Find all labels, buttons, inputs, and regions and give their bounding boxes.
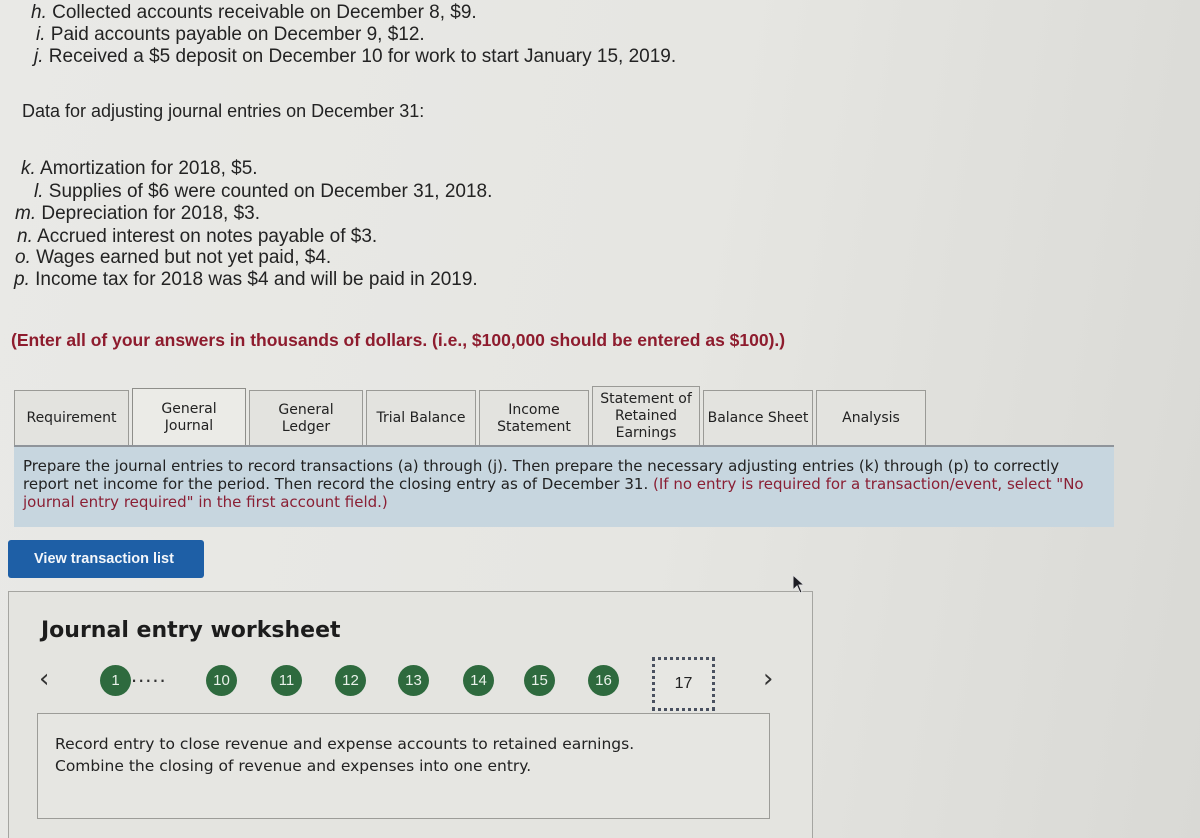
item-label: l. <box>34 181 44 202</box>
adjustment-n: n. Accrued interest on notes payable of … <box>17 226 377 248</box>
tab-label: Requirement <box>26 410 117 426</box>
item-text: Supplies of $6 were counted on December … <box>48 181 493 202</box>
page-button-1[interactable]: 1 <box>100 665 131 696</box>
item-text: Accrued interest on notes payable of $3. <box>37 226 378 247</box>
page-number: 1 <box>111 672 120 689</box>
mouse-pointer-icon <box>792 574 806 594</box>
page-number: 11 <box>278 672 295 689</box>
item-label: h. <box>31 2 47 23</box>
tab-label: Statement of Retained Earnings <box>600 391 692 441</box>
prompt-line-1: Record entry to close revenue and expens… <box>55 735 635 753</box>
prompt-line-2: Combine the closing of revenue and expen… <box>55 757 532 775</box>
view-transaction-list-button[interactable]: View transaction list <box>8 540 204 578</box>
tab-balance-sheet[interactable]: Balance Sheet <box>703 390 813 446</box>
entry-prompt: Record entry to close revenue and expens… <box>37 713 770 819</box>
item-label: i. <box>36 24 46 45</box>
tab-requirement[interactable]: Requirement <box>14 390 129 446</box>
tab-general-journal[interactable]: General Journal <box>132 388 246 446</box>
adjustment-o: o. Wages earned but not yet paid, $4. <box>15 247 331 269</box>
adjustment-k: k. Amortization for 2018, $5. <box>21 158 258 180</box>
adjusting-heading: Data for adjusting journal entries on De… <box>22 101 425 121</box>
tab-statement-of-retained-earnings[interactable]: Statement of Retained Earnings <box>592 386 700 446</box>
entry-pager: ‹ 1 ..... 10 11 12 13 14 15 16 17 › <box>9 657 814 711</box>
page-button-10[interactable]: 10 <box>206 665 237 696</box>
page-button-13[interactable]: 13 <box>398 665 429 696</box>
thousands-note: (Enter all of your answers in thousands … <box>11 330 786 350</box>
transaction-i: i. Paid accounts payable on December 9, … <box>36 24 425 46</box>
item-text: Amortization for 2018, $5. <box>40 158 258 179</box>
chevron-right-icon[interactable]: › <box>763 664 773 694</box>
chevron-left-icon[interactable]: ‹ <box>39 664 49 694</box>
item-text: Collected accounts receivable on Decembe… <box>52 2 477 23</box>
transaction-j: j. Received a $5 deposit on December 10 … <box>34 46 676 68</box>
item-label: n. <box>17 226 33 247</box>
tab-analysis[interactable]: Analysis <box>816 390 926 446</box>
adjustment-p: p. Income tax for 2018 was $4 and will b… <box>14 269 478 291</box>
page-number: 10 <box>213 672 230 689</box>
item-text: Depreciation for 2018, $3. <box>41 203 261 224</box>
tab-label: Analysis <box>842 410 900 426</box>
page-button-14[interactable]: 14 <box>463 665 494 696</box>
item-label: m. <box>15 203 37 224</box>
page-button-16[interactable]: 16 <box>588 665 619 696</box>
adjustment-m: m. Depreciation for 2018, $3. <box>15 203 260 225</box>
tab-general-ledger[interactable]: General Ledger <box>249 390 363 446</box>
tab-income-statement[interactable]: Income Statement <box>479 390 589 446</box>
instructions-panel: Prepare the journal entries to record tr… <box>14 447 1114 527</box>
item-label: k. <box>21 158 36 179</box>
page-number: 16 <box>595 672 612 689</box>
tab-label: Trial Balance <box>376 410 466 426</box>
item-label: j. <box>34 46 44 67</box>
tab-label: General Ledger <box>278 401 334 435</box>
adjustment-l: l. Supplies of $6 were counted on Decemb… <box>34 181 492 203</box>
page-number: 14 <box>470 672 487 689</box>
tab-bar: Requirement General Journal General Ledg… <box>14 384 929 446</box>
page-button-15[interactable]: 15 <box>524 665 555 696</box>
page-button-12[interactable]: 12 <box>335 665 366 696</box>
page-ellipsis: ..... <box>131 662 167 687</box>
item-label: o. <box>15 247 31 268</box>
journal-entry-worksheet: Journal entry worksheet ‹ 1 ..... 10 11 … <box>8 591 813 838</box>
tab-trial-balance[interactable]: Trial Balance <box>366 390 476 446</box>
page-number: 13 <box>405 672 422 689</box>
item-text: Received a $5 deposit on December 10 for… <box>48 46 677 67</box>
page-button-11[interactable]: 11 <box>271 665 302 696</box>
item-text: Income tax for 2018 was $4 and will be p… <box>35 269 478 290</box>
page-number: 15 <box>531 672 548 689</box>
current-page-17[interactable]: 17 <box>652 657 715 711</box>
page-number: 12 <box>342 672 359 689</box>
item-label: p. <box>14 269 30 290</box>
worksheet-title: Journal entry worksheet <box>41 618 341 643</box>
tab-label: Income Statement <box>497 401 571 435</box>
item-text: Wages earned but not yet paid, $4. <box>36 247 332 268</box>
tab-label: General Journal <box>161 400 217 434</box>
transaction-h: h. Collected accounts receivable on Dece… <box>31 2 477 24</box>
item-text: Paid accounts payable on December 9, $12… <box>50 24 425 45</box>
tab-label: Balance Sheet <box>707 410 809 426</box>
